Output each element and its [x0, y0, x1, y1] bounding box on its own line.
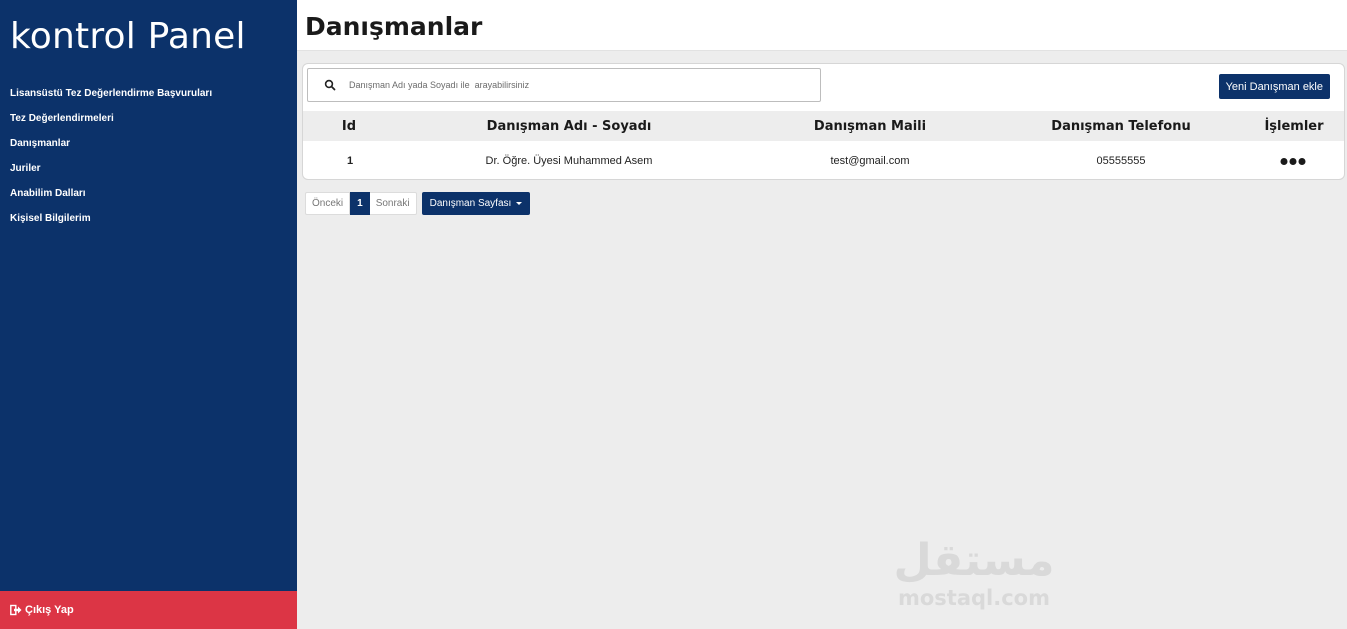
sidebar-item-juries[interactable]: Juriler [10, 161, 212, 186]
page-menu-dropdown[interactable]: Danışman Sayfası [421, 192, 531, 215]
sidebar-item-departments[interactable]: Anabilim Dalları [10, 186, 212, 211]
add-advisor-button[interactable]: Yeni Danışman ekle [1218, 74, 1330, 99]
sidebar-nav: Lisansüstü Tez Değerlendirme Başvuruları… [10, 86, 212, 236]
caret-down-icon [516, 202, 523, 205]
search-icon [324, 79, 336, 91]
next-page-button[interactable]: Sonraki [369, 192, 417, 215]
table-row: 1 Dr. Öğre. Üyesi Muhammed Asem test@gma… [303, 141, 1344, 179]
table-header: Id Danışman Adı - Soyadı Danışman Maili … [303, 111, 1344, 141]
column-header-email: Danışman Maili [813, 118, 927, 134]
more-dots-icon[interactable] [1280, 157, 1306, 165]
sidebar-item-thesis-evaluations[interactable]: Tez Değerlendirmeleri [10, 111, 212, 136]
cell-name: Dr. Öğre. Üyesi Muhammed Asem [485, 155, 653, 167]
sign-out-icon [10, 604, 22, 616]
row-actions[interactable] [1280, 141, 1306, 179]
page-menu-label: Danışman Sayfası [429, 198, 512, 209]
sidebar: kontrol Panel Lisansüstü Tez Değerlendir… [0, 0, 297, 629]
cell-phone: 05555555 [1096, 155, 1146, 167]
column-header-name: Danışman Adı - Soyadı [486, 118, 652, 134]
prev-page-button[interactable]: Önceki [305, 192, 351, 215]
page-header: Danışmanlar [297, 0, 1347, 51]
search-box[interactable] [307, 68, 821, 102]
main-content: Danışmanlar Yeni Danışman ekle Id Danışm… [297, 0, 1347, 629]
logout-label: Çıkış Yap [25, 604, 74, 616]
cell-email: test@gmail.com [830, 155, 910, 167]
sidebar-item-profile[interactable]: Kişisel Bilgilerim [10, 211, 212, 236]
cell-id: 1 [346, 155, 354, 167]
brand-title: kontrol Panel [10, 16, 246, 57]
column-header-actions: İşlemler [1264, 118, 1324, 134]
watermark-arabic: مستقل [893, 535, 1055, 586]
column-header-phone: Danışman Telefonu [1051, 118, 1191, 134]
sidebar-item-advisors[interactable]: Danışmanlar [10, 136, 212, 161]
sidebar-item-applications[interactable]: Lisansüstü Tez Değerlendirme Başvuruları [10, 86, 212, 111]
search-input[interactable] [349, 80, 809, 90]
watermark-latin: mostaql.com [898, 586, 1050, 610]
pagination: Önceki 1 Sonraki Danışman Sayfası [305, 192, 531, 215]
logout-button[interactable]: Çıkış Yap [0, 591, 297, 629]
page-number-button[interactable]: 1 [350, 192, 370, 215]
column-header-id: Id [341, 118, 357, 134]
page-title: Danışmanlar [305, 12, 483, 41]
advisors-card: Yeni Danışman ekle Id Danışman Adı - Soy… [302, 63, 1345, 180]
watermark-logo: مستقل mostaql.com [889, 535, 1059, 611]
